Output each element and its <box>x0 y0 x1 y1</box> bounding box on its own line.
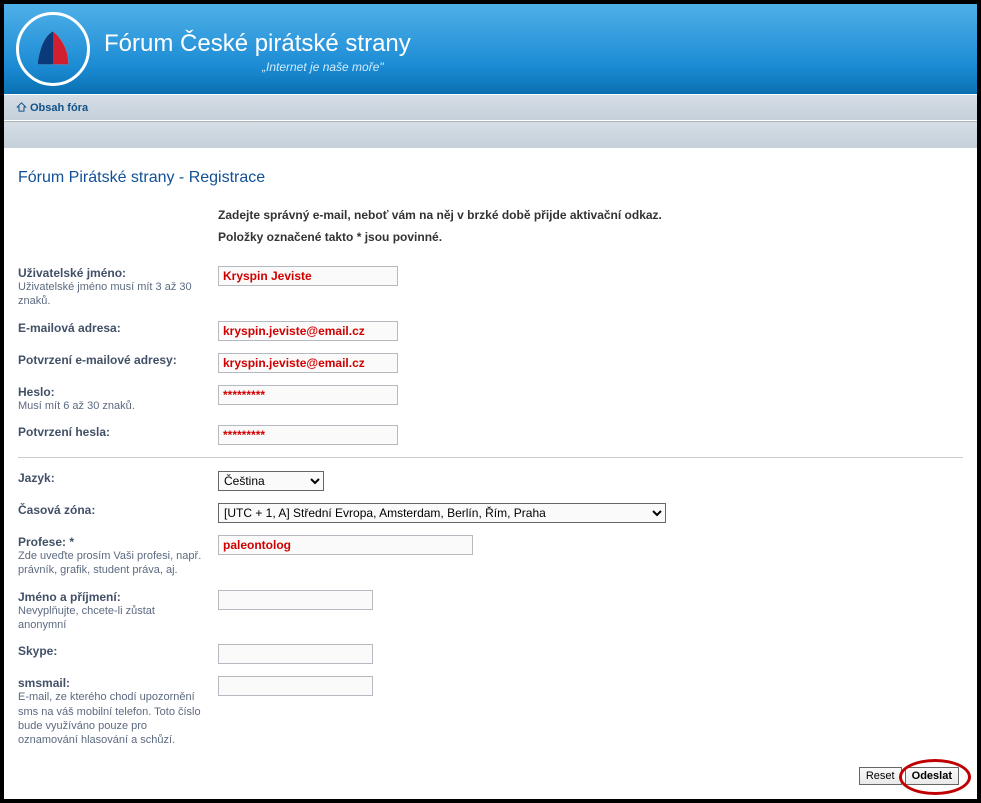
logo-sail-icon <box>31 27 75 71</box>
page-container: Fórum České pirátské strany „Internet je… <box>4 4 977 799</box>
row-email-confirm: Potvrzení e-mailové adresy: <box>18 353 963 373</box>
input-fullname[interactable] <box>218 590 373 610</box>
input-username[interactable] <box>218 266 398 286</box>
submit-button[interactable] <box>905 767 959 785</box>
label-fullname: Jméno a příjmení: <box>18 590 121 604</box>
breadcrumb-link[interactable]: Obsah fóra <box>30 102 88 114</box>
intro-line-1: Zadejte správný e-mail, neboť vám na něj… <box>218 205 963 227</box>
site-logo[interactable] <box>16 12 90 86</box>
hint-fullname: Nevyplňujte, chcete-li zůstat anonymní <box>18 604 203 633</box>
hint-profession: Zde uveďte prosím Vaši profesi, např. pr… <box>18 549 203 578</box>
input-profession[interactable] <box>218 535 473 555</box>
input-email-confirm[interactable] <box>218 353 398 373</box>
input-skype[interactable] <box>218 644 373 664</box>
hint-password: Musí mít 6 až 30 znaků. <box>18 399 203 413</box>
row-profession: Profese: * Zde uveďte prosím Vaši profes… <box>18 535 963 578</box>
row-password-confirm: Potvrzení hesla: <box>18 425 963 445</box>
label-profession: Profese: * <box>18 535 74 549</box>
hint-username: Uživatelské jméno musí mít 3 až 30 znaků… <box>18 280 203 309</box>
separator-1 <box>18 457 963 459</box>
label-email-confirm: Potvrzení e-mailové adresy: <box>18 353 177 367</box>
reset-button[interactable] <box>859 767 902 785</box>
site-title: Fórum České pirátské strany <box>104 30 411 58</box>
label-password-confirm: Potvrzení hesla: <box>18 425 110 439</box>
select-timezone[interactable]: [UTC + 1, A] Střední Evropa, Amsterdam, … <box>218 503 666 523</box>
label-password: Heslo: <box>18 385 55 399</box>
row-skype: Skype: <box>18 644 963 664</box>
label-language: Jazyk: <box>18 471 55 485</box>
intro-text: Zadejte správný e-mail, neboť vám na něj… <box>218 205 963 248</box>
label-timezone: Časová zóna: <box>18 503 95 517</box>
label-smsmail: smsmail: <box>18 676 70 690</box>
breadcrumb-bar: Obsah fóra <box>4 94 977 121</box>
label-skype: Skype: <box>18 644 57 658</box>
select-language[interactable]: Čeština <box>218 471 324 491</box>
input-smsmail[interactable] <box>218 676 373 696</box>
input-password-confirm[interactable] <box>218 425 398 445</box>
site-header: Fórum České pirátské strany „Internet je… <box>4 4 977 94</box>
row-language: Jazyk: Čeština <box>18 471 963 491</box>
label-email: E-mailová adresa: <box>18 321 121 335</box>
page-title: Fórum Pirátské strany - Registrace <box>18 169 963 187</box>
registration-fieldset: Uživatelské jméno: Uživatelské jméno mus… <box>18 266 963 759</box>
home-icon <box>16 102 27 112</box>
sub-navbar <box>4 121 977 149</box>
button-bar <box>859 767 959 785</box>
content-area: Fórum Pirátské strany - Registrace Zadej… <box>4 149 977 769</box>
input-password[interactable] <box>218 385 398 405</box>
row-password: Heslo: Musí mít 6 až 30 znaků. <box>18 385 963 413</box>
row-fullname: Jméno a příjmení: Nevyplňujte, chcete-li… <box>18 590 963 633</box>
row-email: E-mailová adresa: <box>18 321 963 341</box>
row-username: Uživatelské jméno: Uživatelské jméno mus… <box>18 266 963 309</box>
row-smsmail: smsmail: E-mail, ze kterého chodí upozor… <box>18 676 963 747</box>
label-username: Uživatelské jméno: <box>18 266 126 280</box>
row-timezone: Časová zóna: [UTC + 1, A] Střední Evropa… <box>18 503 963 523</box>
hint-smsmail: E-mail, ze kterého chodí upozornění sms … <box>18 690 203 747</box>
input-email[interactable] <box>218 321 398 341</box>
intro-line-2: Položky označené takto * jsou povinné. <box>218 227 963 249</box>
site-subtitle: „Internet je naše moře" <box>262 60 384 74</box>
